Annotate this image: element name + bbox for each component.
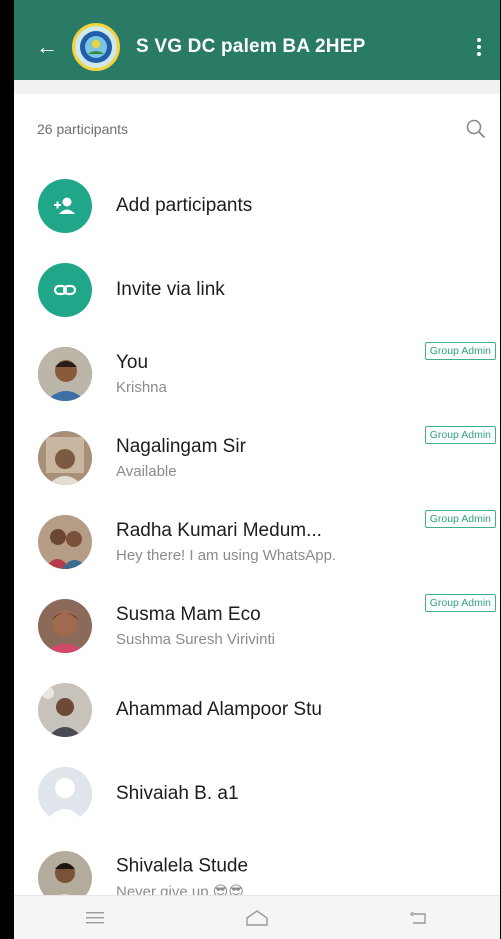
group-admin-badge: Group Admin — [424, 510, 496, 528]
home-icon[interactable] — [243, 907, 271, 929]
avatar — [38, 599, 92, 653]
search-icon[interactable] — [464, 117, 488, 141]
more-vertical-icon[interactable] — [470, 38, 488, 56]
member-status: Krishna — [116, 379, 167, 396]
group-title[interactable]: S VG DC palem BA 2HEP — [136, 36, 470, 58]
default-avatar-icon — [38, 767, 92, 821]
add-participants-button[interactable]: Add participants — [14, 164, 500, 248]
avatar — [38, 347, 92, 401]
group-admin-badge: Group Admin — [424, 594, 496, 612]
avatar — [38, 515, 92, 569]
member-name: Shivalela Stude — [116, 855, 249, 877]
member-row[interactable]: You Krishna Group Admin — [14, 332, 500, 416]
add-participants-label: Add participants — [116, 195, 253, 216]
participants-list: Add participants Invite via link You Kri… — [14, 164, 500, 920]
app-bar: ← S VG DC palem BA 2HEP — [14, 0, 500, 80]
screen: ← S VG DC palem BA 2HEP 26 participants — [14, 0, 500, 939]
add-person-icon — [38, 179, 92, 233]
invite-via-link-label: Invite via link — [116, 279, 225, 300]
link-icon — [38, 263, 92, 317]
member-row[interactable]: Radha Kumari Medum... Hey there! I am us… — [14, 500, 500, 584]
system-nav-bar — [14, 895, 500, 939]
member-row[interactable]: Shivaiah B. a1 — [14, 752, 500, 836]
participants-count: 26 participants — [37, 121, 129, 137]
member-row[interactable]: Nagalingam Sir Available Group Admin — [14, 416, 500, 500]
avatar — [38, 431, 92, 485]
group-avatar[interactable] — [72, 23, 120, 71]
group-admin-badge: Group Admin — [424, 426, 496, 444]
invite-via-link-button[interactable]: Invite via link — [14, 248, 500, 332]
member-status: Hey there! I am using WhatsApp. — [116, 547, 337, 564]
avatar — [38, 683, 92, 737]
arrow-left-icon[interactable]: ← — [36, 36, 76, 58]
back-icon[interactable] — [405, 907, 433, 929]
member-row[interactable]: Susma Mam Eco Sushma Suresh Virivinti Gr… — [14, 584, 500, 668]
participants-header: 26 participants — [14, 94, 500, 164]
divider-band — [14, 80, 500, 94]
member-status: Sushma Suresh Virivinti — [116, 631, 275, 648]
group-admin-badge: Group Admin — [424, 342, 496, 360]
member-status: Available — [116, 463, 177, 480]
member-name: Shivaiah B. a1 — [116, 783, 239, 804]
menu-lines-icon[interactable] — [81, 907, 109, 929]
member-name: Ahammad Alampoor Stu — [116, 699, 322, 720]
group-emblem-icon — [80, 31, 112, 63]
member-row[interactable]: Ahammad Alampoor Stu — [14, 668, 500, 752]
